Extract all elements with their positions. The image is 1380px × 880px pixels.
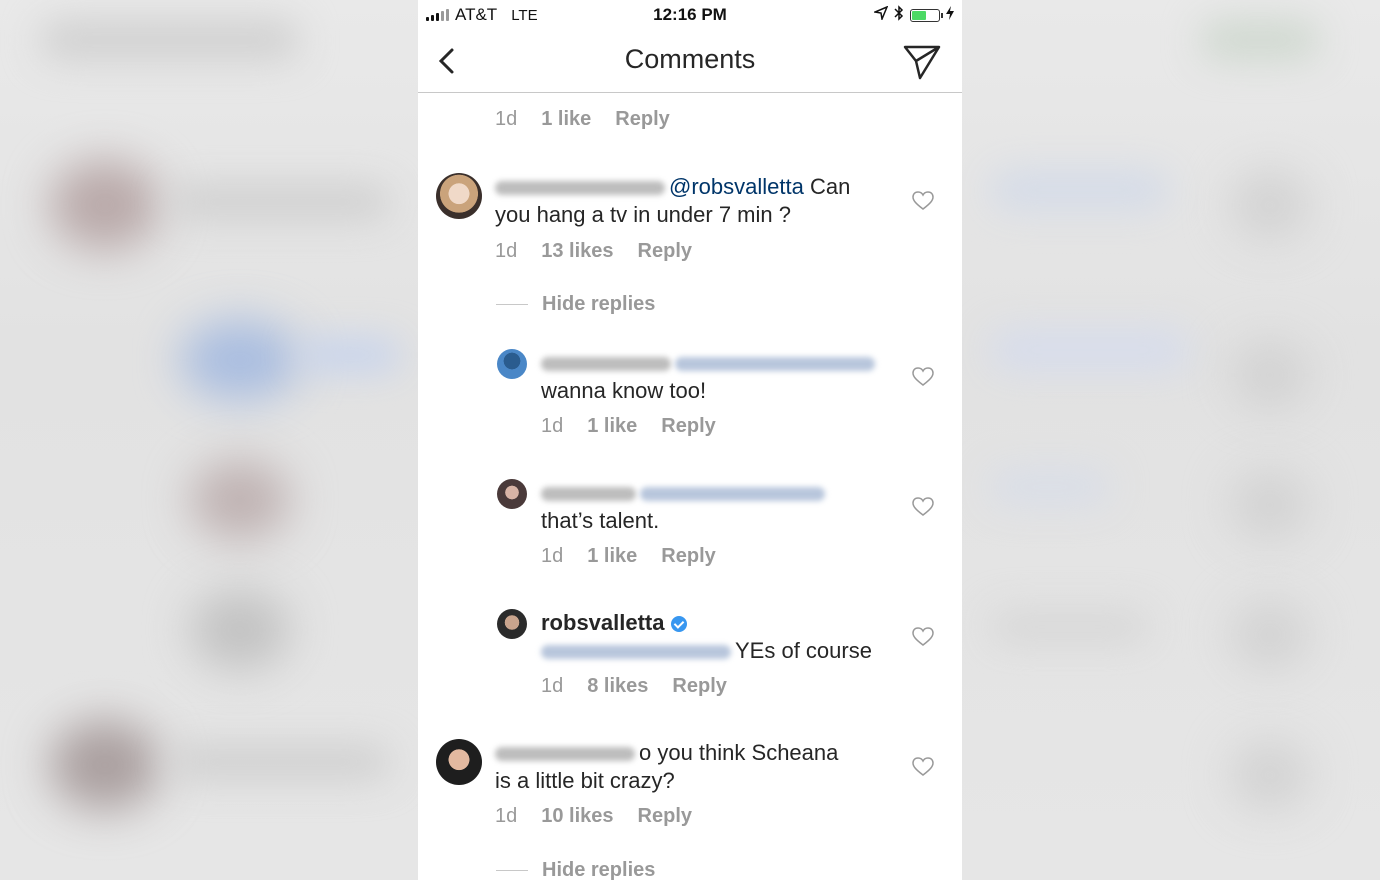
blurred-username	[541, 357, 671, 372]
charging-icon	[946, 6, 954, 24]
comment-age: 1d	[495, 805, 518, 827]
blurred-mention	[640, 487, 825, 502]
avatar[interactable]	[497, 349, 527, 379]
avatar[interactable]	[436, 739, 482, 785]
like-count[interactable]: 8 likes	[587, 675, 648, 698]
heart-icon[interactable]	[912, 757, 934, 777]
comment-text: that’s talent.	[541, 479, 881, 535]
reply-button[interactable]: Reply	[615, 108, 669, 131]
navigation-bar: Comments	[418, 30, 962, 93]
comment-age: 1d	[541, 545, 564, 567]
status-bar: AT&T LTE 12:16 PM	[418, 0, 962, 30]
username-link[interactable]: robsvalletta	[541, 610, 665, 635]
like-count[interactable]: 13 likes	[541, 240, 613, 263]
battery-icon	[910, 8, 943, 22]
location-icon	[872, 5, 889, 24]
comment-text: o you think Scheana is a little bit craz…	[495, 740, 839, 793]
comment-age: 1d	[495, 240, 518, 262]
comment-age: 1d	[541, 415, 564, 437]
reply-button[interactable]: Reply	[661, 415, 715, 438]
heart-icon[interactable]	[912, 627, 934, 647]
phone-screen: AT&T LTE 12:16 PM Comments 1d 1 like Rep…	[418, 0, 962, 880]
page-title: Comments	[624, 44, 756, 74]
verified-badge-icon	[670, 616, 687, 633]
blurred-username	[495, 747, 635, 762]
heart-icon[interactable]	[912, 497, 934, 517]
blurred-mention	[675, 357, 875, 372]
avatar[interactable]	[497, 479, 527, 509]
reply-button[interactable]: Reply	[661, 545, 715, 568]
avatar[interactable]	[497, 609, 527, 639]
comment-age: 1d	[541, 675, 564, 697]
heart-icon[interactable]	[912, 191, 934, 211]
bluetooth-icon	[894, 5, 904, 25]
blurred-username	[495, 181, 665, 196]
comment-text: wanna know too!	[541, 349, 881, 405]
comment-age: 1d	[495, 108, 518, 130]
avatar[interactable]	[436, 173, 482, 219]
heart-icon[interactable]	[912, 367, 934, 387]
blurred-username	[541, 487, 636, 502]
mention-link[interactable]: @robsvalletta	[669, 174, 804, 199]
comment-text: robsvalletta YEs of course	[541, 610, 872, 663]
comment-text: @robsvalletta Can you hang a tv in under…	[495, 174, 851, 227]
like-count[interactable]: 1 like	[541, 108, 591, 131]
like-count[interactable]: 10 likes	[541, 805, 613, 828]
reply-button[interactable]: Reply	[638, 240, 692, 263]
like-count[interactable]: 1 like	[587, 415, 637, 438]
like-count[interactable]: 1 like	[587, 545, 637, 568]
reply-button[interactable]: Reply	[638, 805, 692, 828]
blurred-mention	[541, 645, 731, 660]
paper-plane-icon[interactable]	[902, 42, 942, 82]
hide-replies-button[interactable]: Hide replies	[496, 859, 655, 880]
hide-replies-button[interactable]: Hide replies	[496, 293, 655, 316]
reply-button[interactable]: Reply	[672, 675, 726, 698]
